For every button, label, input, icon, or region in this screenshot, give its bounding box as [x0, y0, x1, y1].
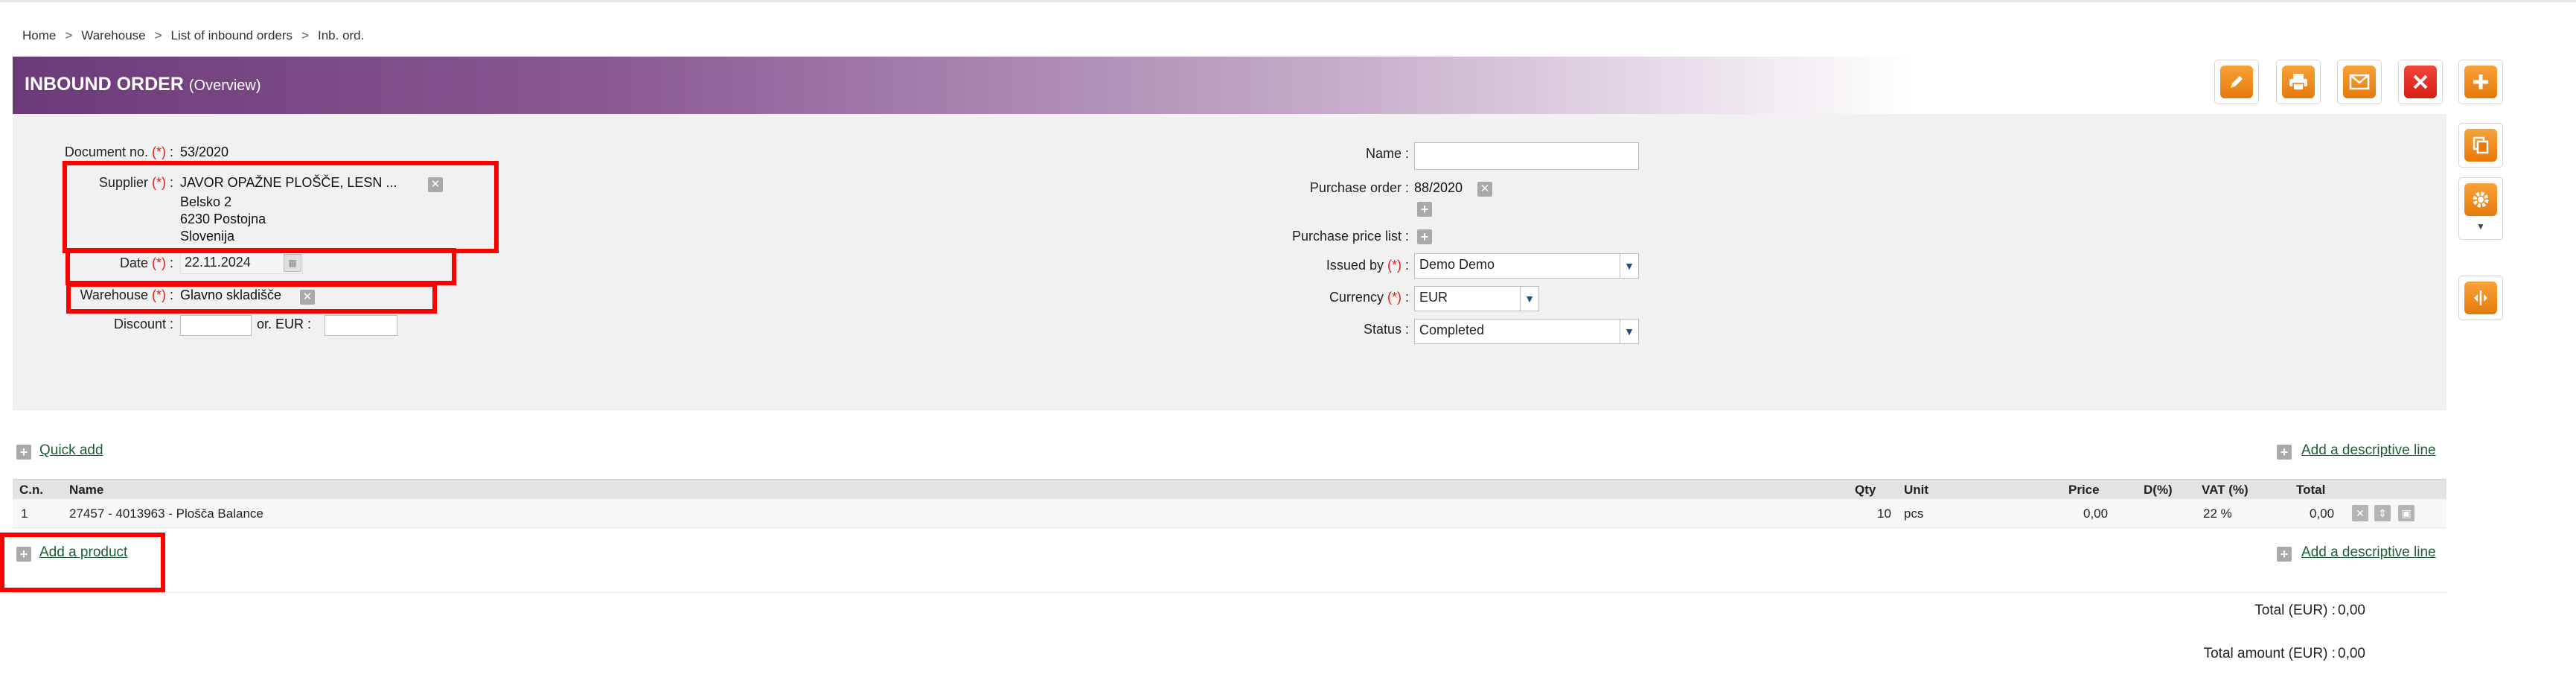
- close-icon: [2404, 66, 2437, 98]
- highlight-supplier: [63, 161, 499, 253]
- currency-value: EUR: [1419, 290, 1448, 305]
- total-value: 0,00: [2338, 603, 2365, 618]
- row-unit: pcs: [1904, 506, 1924, 521]
- highlight-add-product: [0, 533, 165, 592]
- issued-by-value: Demo Demo: [1419, 257, 1495, 272]
- document-no-label: Document no. (*) :: [64, 144, 173, 159]
- highlight-date: [65, 248, 456, 285]
- name-label: Name :: [1365, 146, 1409, 161]
- settings-button[interactable]: ▼: [2458, 177, 2503, 240]
- add-descriptive-line-icon-bottom[interactable]: +: [2277, 547, 2292, 562]
- quick-add-link[interactable]: Quick add: [39, 442, 103, 459]
- issued-by-select[interactable]: Demo Demo ▼: [1414, 253, 1639, 279]
- row-vat: 22 %: [2203, 506, 2232, 521]
- print-button[interactable]: [2276, 60, 2321, 104]
- pencil-icon: [2220, 66, 2253, 98]
- total-amount-label: Total amount (EUR) :: [2203, 646, 2336, 661]
- discount-eur-input[interactable]: [325, 315, 397, 336]
- total-label: Total (EUR) :: [2254, 603, 2336, 618]
- column-header-discount[interactable]: D(%): [2144, 483, 2173, 498]
- currency-select[interactable]: EUR ▼: [1414, 286, 1539, 311]
- add-price-list-icon[interactable]: +: [1417, 229, 1432, 244]
- add-descriptive-line-icon[interactable]: +: [2277, 445, 2292, 460]
- status-value: Completed: [1419, 323, 1485, 337]
- breadcrumb-inbound-orders[interactable]: List of inbound orders: [171, 28, 293, 42]
- edit-row-icon[interactable]: ▣: [2398, 505, 2414, 521]
- gear-icon: [2464, 183, 2497, 216]
- page-title-text: INBOUND ORDER: [25, 74, 184, 95]
- table-row[interactable]: 1 27457 - 4013963 - Plošča Balance 10 pc…: [13, 499, 2446, 528]
- row-total: 0,00: [2310, 506, 2335, 521]
- add-product-link[interactable]: Add a product: [39, 544, 127, 561]
- row-name: 27457 - 4013963 - Plošča Balance: [69, 506, 263, 521]
- page-title: INBOUND ORDER (Overview): [25, 74, 261, 95]
- add-purchase-order-icon[interactable]: +: [1417, 202, 1432, 217]
- top-border: [0, 0, 2576, 2]
- status-label: Status :: [1363, 322, 1409, 337]
- table-header: C.n. Name Qty Unit Price D(%) VAT (%) To…: [13, 479, 2446, 499]
- status-select[interactable]: Completed ▼: [1414, 319, 1639, 344]
- chevron-down-icon: ▼: [1620, 320, 1638, 343]
- purchase-price-list-label: Purchase price list :: [1291, 229, 1409, 244]
- column-header-unit[interactable]: Unit: [1904, 483, 1928, 498]
- column-header-qty[interactable]: Qty: [1855, 483, 1876, 498]
- column-header-cn[interactable]: C.n.: [19, 483, 43, 498]
- envelope-icon: [2343, 66, 2376, 98]
- copy-icon: [2464, 129, 2497, 162]
- discount-eur-label: or. EUR :: [257, 317, 312, 331]
- page-header: INBOUND ORDER (Overview): [13, 57, 2446, 114]
- row-price: 0,00: [2083, 506, 2109, 521]
- currency-label: Currency (*) :: [1329, 290, 1409, 305]
- delete-row-icon[interactable]: ✕: [2352, 505, 2368, 521]
- document-no-value: 53/2020: [180, 144, 229, 159]
- split-button[interactable]: [2458, 276, 2503, 320]
- discount-label: Discount :: [113, 317, 173, 331]
- issued-by-label: Issued by (*) :: [1326, 258, 1409, 273]
- page-subtitle: (Overview): [188, 77, 261, 94]
- breadcrumb-separator: >: [301, 28, 309, 42]
- clear-purchase-order-icon[interactable]: ✕: [1477, 182, 1492, 197]
- column-header-name[interactable]: Name: [69, 483, 103, 498]
- breadcrumb-home[interactable]: Home: [22, 28, 56, 42]
- reorder-row-icon[interactable]: ⇕: [2374, 505, 2391, 521]
- purchase-order-label: Purchase order :: [1309, 180, 1409, 195]
- column-header-total[interactable]: Total: [2296, 483, 2325, 498]
- add-descriptive-line-link-bottom[interactable]: Add a descriptive line: [2301, 544, 2436, 561]
- divider: [13, 592, 2446, 593]
- plus-icon: [2464, 66, 2497, 98]
- copy-button[interactable]: [2458, 123, 2503, 168]
- chevron-down-icon: ▼: [1620, 254, 1638, 278]
- add-product-icon[interactable]: +: [16, 547, 31, 562]
- highlight-warehouse: [66, 282, 437, 314]
- delete-button[interactable]: [2398, 60, 2443, 104]
- breadcrumb-warehouse[interactable]: Warehouse: [81, 28, 145, 42]
- total-amount-value: 0,00: [2338, 646, 2365, 661]
- breadcrumb-current: Inb. ord.: [317, 28, 365, 42]
- printer-icon: [2282, 66, 2315, 98]
- column-header-vat[interactable]: VAT (%): [2202, 483, 2249, 498]
- add-descriptive-line-link[interactable]: Add a descriptive line: [2301, 442, 2436, 459]
- row-qty: 10: [1877, 506, 1891, 521]
- email-button[interactable]: [2337, 60, 2382, 104]
- split-icon: [2464, 282, 2497, 314]
- quick-add-icon[interactable]: +: [16, 445, 31, 460]
- row-cn: 1: [21, 506, 28, 521]
- discount-percent-input[interactable]: [180, 315, 252, 336]
- breadcrumb-separator: >: [154, 28, 162, 42]
- add-button[interactable]: [2458, 60, 2503, 104]
- breadcrumb: Home > Warehouse > List of inbound orders > In…: [22, 28, 364, 43]
- purchase-order-value[interactable]: 88/2020: [1414, 180, 1463, 196]
- name-input[interactable]: [1414, 142, 1639, 170]
- column-header-price[interactable]: Price: [2068, 483, 2100, 498]
- chevron-down-icon: ▼: [1520, 287, 1538, 311]
- breadcrumb-separator: >: [65, 28, 73, 42]
- edit-button[interactable]: [2214, 60, 2259, 104]
- chevron-down-icon[interactable]: ▼: [2459, 221, 2502, 232]
